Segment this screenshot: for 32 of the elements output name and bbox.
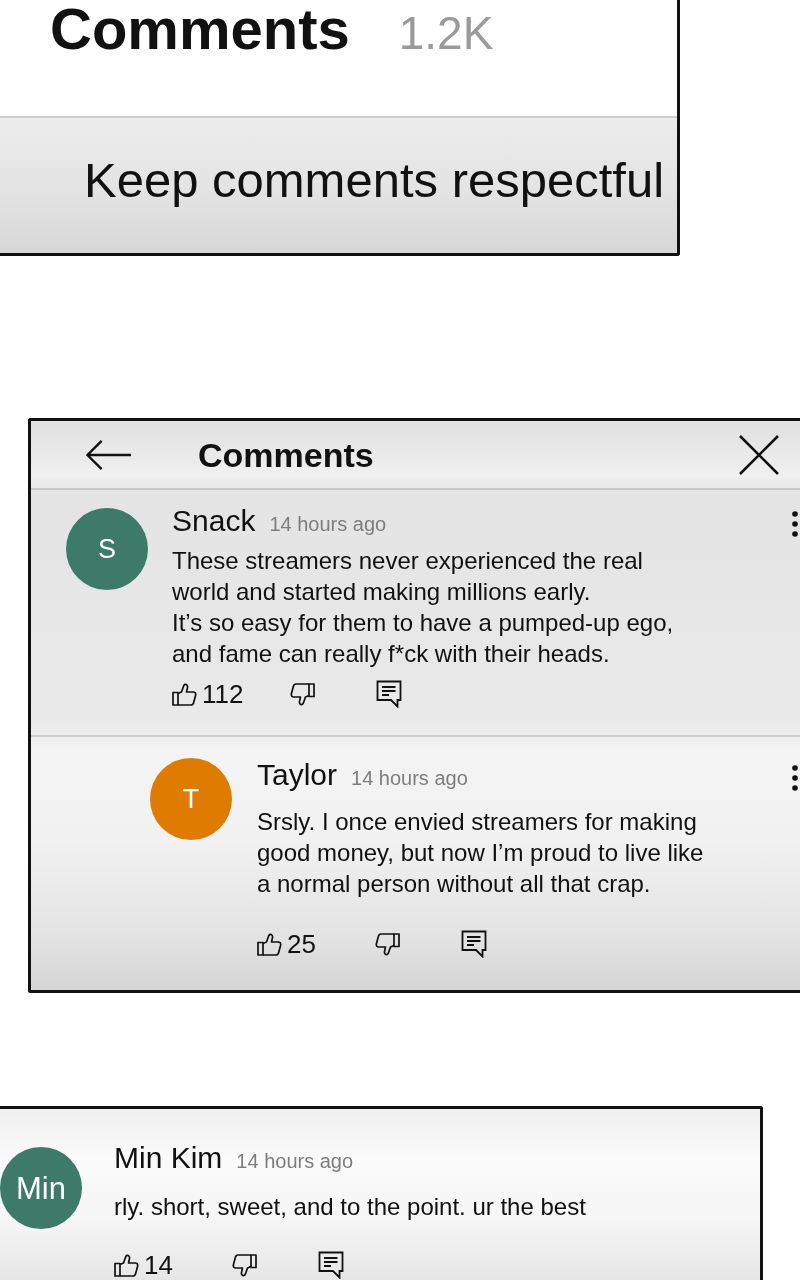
comment-bubble-icon[interactable]: [461, 930, 487, 958]
user-avatar: S: [66, 508, 148, 590]
notice-banner: Keep comments respectful: [0, 116, 677, 253]
like-button[interactable]: 14: [114, 1251, 232, 1279]
like-button[interactable]: 25: [257, 930, 375, 958]
sheet-title: Comments: [198, 434, 375, 475]
comment-bubble-icon[interactable]: [376, 680, 402, 708]
thumbs-up-icon: [257, 932, 282, 956]
close-icon[interactable]: [738, 433, 780, 476]
comment-author: Min Kim: [114, 1141, 223, 1175]
like-button[interactable]: 112: [172, 680, 290, 708]
comment-author: Snack: [172, 504, 256, 538]
comment-text: rly. short, sweet, and to the point. ur the best: [114, 1192, 586, 1222]
user-avatar: T: [150, 758, 232, 840]
thumbs-down-icon[interactable]: [375, 932, 400, 956]
comment-bubble-icon[interactable]: [318, 1251, 344, 1279]
comment-text: Srsly. I once envied streamers for making good money, but now I’m proud to live like a normal person without all that crap.: [257, 807, 704, 899]
more-options-icon[interactable]: [792, 511, 798, 537]
comment-count: 1.2K: [398, 6, 494, 61]
comment-time: 14 hours ago: [351, 766, 468, 790]
thumbs-down-icon[interactable]: [232, 1253, 257, 1277]
comments-title: Comments: [50, 0, 350, 58]
back-arrow-icon[interactable]: [85, 438, 132, 471]
thumbs-up-icon: [172, 682, 197, 706]
more-options-icon[interactable]: [792, 765, 798, 791]
comment-text: These streamers never experienced the real world and started making millions early. It’s so easy for them to have a pumped-up ego, and fame can really f*ck with their heads.: [172, 546, 674, 669]
thumbs-down-icon[interactable]: [290, 682, 315, 706]
comment-time: 14 hours ago: [236, 1149, 354, 1173]
comment-author: Taylor: [257, 758, 338, 792]
comment-time: 14 hours ago: [269, 512, 387, 536]
user-avatar: Min: [0, 1147, 82, 1229]
thumbs-up-icon: [114, 1253, 139, 1277]
